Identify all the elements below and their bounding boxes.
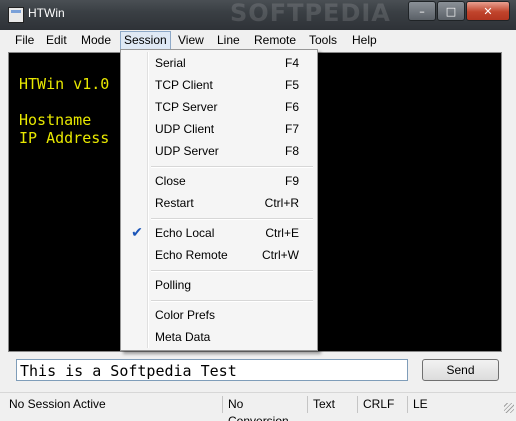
menu-remote[interactable]: Remote — [251, 32, 299, 49]
menu-help[interactable]: Help — [349, 32, 380, 49]
status-bar: No Session Active No Conversion Text CRL… — [0, 392, 516, 421]
menu-item-tcp-client[interactable]: TCP Client F5 — [123, 74, 313, 96]
menu-item-shortcut: Ctrl+W — [262, 248, 299, 262]
menu-item-shortcut: F7 — [284, 122, 299, 136]
status-mode: Text — [307, 396, 357, 413]
minimize-icon[interactable]: – — [408, 1, 436, 21]
menu-item-shortcut: Ctrl+R — [264, 196, 299, 210]
status-line-ending: CRLF — [357, 396, 407, 413]
maximize-icon[interactable]: □ — [437, 1, 465, 21]
checkmark-icon: ✔ — [131, 224, 143, 240]
title-bar[interactable]: HTWin SOFTPEDIA – □ ✕ — [0, 0, 516, 30]
resize-grip-icon[interactable] — [504, 403, 514, 413]
terminal-line: HTWin v1.0 — [19, 75, 110, 93]
terminal-line: IP Address — [19, 129, 110, 147]
menu-item-label: Echo Local — [155, 226, 215, 240]
caption-buttons: – □ ✕ — [407, 1, 510, 21]
menu-item-label: Close — [155, 174, 186, 188]
app-icon[interactable] — [8, 7, 24, 23]
menu-item-shortcut: F5 — [284, 78, 299, 92]
status-session: No Session Active — [9, 397, 106, 411]
menu-item-label: Color Prefs — [155, 308, 216, 322]
menu-item-shortcut: F6 — [284, 100, 299, 114]
message-input[interactable]: This is a Softpedia Test — [16, 359, 408, 381]
send-button[interactable]: Send — [422, 359, 499, 381]
menu-item-label: Polling — [155, 278, 192, 292]
menu-item-echo-local[interactable]: ✔ Echo Local Ctrl+E — [123, 222, 313, 244]
menu-item-polling[interactable]: Polling — [123, 274, 313, 296]
menu-item-label: Restart — [155, 196, 194, 210]
terminal-line: Hostname — [19, 111, 92, 129]
watermark: SOFTPEDIA — [230, 0, 391, 27]
menu-item-shortcut: F8 — [284, 144, 299, 158]
menu-separator — [151, 166, 313, 168]
menu-item-tcp-server[interactable]: TCP Server F6 — [123, 96, 313, 118]
menu-separator — [151, 300, 313, 302]
menu-item-label: UDP Client — [155, 122, 215, 136]
menu-mode[interactable]: Mode — [78, 32, 114, 49]
status-echo: LE — [407, 396, 502, 413]
menu-item-restart[interactable]: Restart Ctrl+R — [123, 192, 313, 214]
menu-view[interactable]: View — [175, 32, 207, 49]
menu-item-meta-data[interactable]: Meta Data — [123, 326, 313, 348]
menu-item-serial[interactable]: Serial F4 — [123, 52, 313, 74]
close-icon[interactable]: ✕ — [466, 1, 510, 21]
session-menu: Serial F4 TCP Client F5 TCP Server F6 UD… — [120, 49, 318, 351]
status-conversion: No Conversion — [222, 396, 306, 421]
menu-line[interactable]: Line — [214, 32, 243, 49]
menu-item-label: UDP Server — [155, 144, 219, 158]
menu-item-udp-server[interactable]: UDP Server F8 — [123, 140, 313, 162]
menu-item-close[interactable]: Close F9 — [123, 170, 313, 192]
menu-bar: File Edit Mode Session View Line Remote … — [0, 30, 516, 50]
menu-item-echo-remote[interactable]: Echo Remote Ctrl+W — [123, 244, 313, 266]
menu-item-shortcut: Ctrl+E — [265, 226, 299, 240]
menu-item-label: Serial — [155, 56, 186, 70]
menu-session[interactable]: Session — [120, 31, 171, 50]
menu-edit[interactable]: Edit — [43, 32, 70, 49]
menu-file[interactable]: File — [12, 32, 37, 49]
menu-item-shortcut: F9 — [284, 174, 299, 188]
menu-item-shortcut: F4 — [284, 56, 299, 70]
menu-separator — [151, 218, 313, 220]
app-window: HTWin SOFTPEDIA – □ ✕ File Edit Mode Ses… — [0, 0, 516, 421]
menu-item-udp-client[interactable]: UDP Client F7 — [123, 118, 313, 140]
menu-item-color-prefs[interactable]: Color Prefs — [123, 304, 313, 326]
menu-item-label: TCP Client — [155, 78, 213, 92]
menu-item-label: Meta Data — [155, 330, 211, 344]
menu-item-label: TCP Server — [155, 100, 218, 114]
menu-tools[interactable]: Tools — [306, 32, 340, 49]
window-title: HTWin — [28, 6, 65, 20]
menu-item-label: Echo Remote — [155, 248, 228, 262]
menu-separator — [151, 270, 313, 272]
